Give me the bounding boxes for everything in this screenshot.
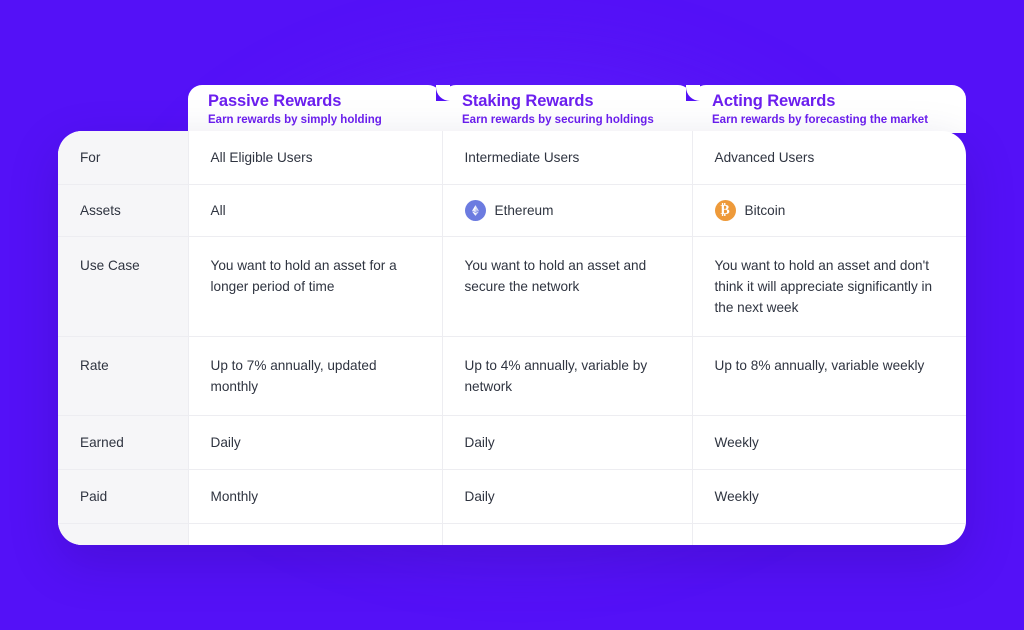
row-label-assets: Assets — [58, 184, 188, 237]
asset-chip-ethereum: Ethereum — [464, 200, 670, 221]
cell-earned-acting: Weekly — [691, 415, 966, 470]
ethereum-icon — [464, 200, 486, 221]
table-row: Assets All Ethereum ₿ Bitcoin — [58, 184, 966, 237]
cell-paid-acting: Weekly — [691, 469, 966, 524]
tab-staking-rewards[interactable]: Staking Rewards Earn rewards by securing… — [442, 85, 692, 133]
row-label-use-case: Use Case — [58, 236, 188, 337]
cell-for-staking: Intermediate Users — [441, 131, 692, 185]
table-row: Withdraw After 7 days Network dependent … — [58, 523, 966, 545]
cell-assets-passive: All — [187, 184, 442, 237]
asset-name-ethereum: Ethereum — [494, 203, 554, 218]
row-label-paid: Paid — [58, 469, 188, 524]
cell-use-case-staking: You want to hold an asset and secure the… — [441, 236, 692, 337]
bitcoin-glyph: ₿ — [720, 202, 730, 218]
rewards-comparison-table: For All Eligible Users Intermediate User… — [58, 131, 966, 545]
comparison-table-stage: Passive Rewards Earn rewards by simply h… — [0, 0, 1024, 630]
cell-use-case-passive: You want to hold an asset for a longer p… — [187, 236, 442, 337]
cell-paid-staking: Daily — [441, 469, 692, 524]
cell-earned-staking: Daily — [441, 415, 692, 470]
table-row: Rate Up to 7% annually, updated monthly … — [58, 336, 966, 416]
asset-chip-bitcoin: ₿ Bitcoin — [714, 200, 945, 221]
cell-withdraw-acting: Weekly — [691, 523, 966, 545]
rewards-tab-strip: Passive Rewards Earn rewards by simply h… — [188, 85, 966, 133]
row-label-withdraw: Withdraw — [58, 523, 188, 545]
cell-assets-acting: ₿ Bitcoin — [691, 184, 966, 237]
row-label-for: For — [58, 131, 188, 185]
cell-for-passive: All Eligible Users — [187, 131, 442, 185]
cell-paid-passive: Monthly — [187, 469, 442, 524]
tab-acting-rewards-title: Acting Rewards — [712, 92, 836, 110]
tab-passive-rewards[interactable]: Passive Rewards Earn rewards by simply h… — [188, 85, 442, 133]
tab-passive-rewards-title: Passive Rewards — [208, 92, 342, 110]
table-row: For All Eligible Users Intermediate User… — [58, 131, 966, 185]
tab-passive-rewards-subtitle: Earn rewards by simply holding — [208, 114, 382, 126]
comparison-table-card: For All Eligible Users Intermediate User… — [58, 131, 966, 545]
tab-acting-rewards[interactable]: Acting Rewards Earn rewards by forecasti… — [692, 85, 966, 133]
cell-rate-passive: Up to 7% annually, updated monthly — [187, 336, 442, 416]
cell-rate-acting: Up to 8% annually, variable weekly — [691, 336, 966, 416]
cell-withdraw-staking: Network dependent — [441, 523, 692, 545]
row-label-rate: Rate — [58, 336, 188, 416]
table-row: Use Case You want to hold an asset for a… — [58, 236, 966, 337]
row-label-earned: Earned — [58, 415, 188, 470]
cell-rate-staking: Up to 4% annually, variable by network — [441, 336, 692, 416]
tab-staking-rewards-title: Staking Rewards — [462, 92, 594, 110]
cell-earned-passive: Daily — [187, 415, 442, 470]
bitcoin-icon: ₿ — [714, 200, 736, 221]
tab-acting-rewards-subtitle: Earn rewards by forecasting the market — [712, 114, 929, 126]
asset-name-bitcoin: Bitcoin — [744, 203, 786, 218]
cell-for-acting: Advanced Users — [691, 131, 966, 185]
table-row: Earned Daily Daily Weekly — [58, 415, 966, 470]
cell-withdraw-passive: After 7 days — [187, 523, 442, 545]
table-row: Paid Monthly Daily Weekly — [58, 469, 966, 524]
cell-use-case-acting: You want to hold an asset and don't thin… — [691, 236, 966, 337]
cell-assets-staking: Ethereum — [441, 184, 692, 237]
tab-staking-rewards-subtitle: Earn rewards by securing holdings — [462, 114, 654, 126]
